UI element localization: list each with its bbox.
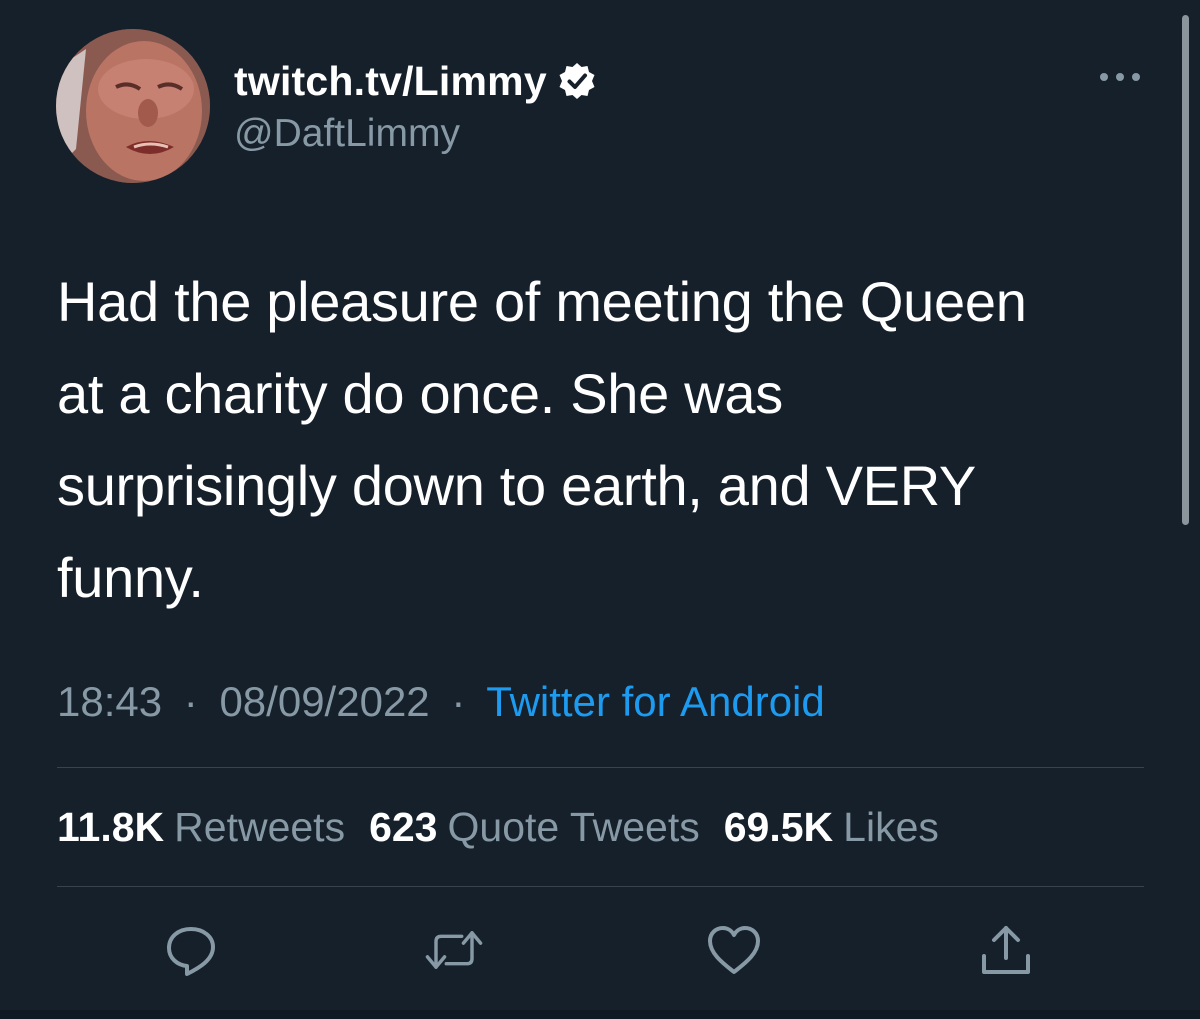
author-name-row[interactable]: twitch.tv/Limmy — [234, 55, 597, 107]
retweets-label: Retweets — [174, 804, 346, 850]
retweets-stat[interactable]: 11.8K Retweets — [57, 804, 345, 851]
bottom-edge — [0, 1010, 1200, 1019]
retweets-count: 11.8K — [57, 804, 165, 850]
quote-tweets-count: 623 — [369, 804, 438, 850]
quote-tweets-label: Quote Tweets — [447, 804, 700, 850]
tweet-meta: 18:43 · 08/09/2022 · Twitter for Android — [57, 678, 825, 726]
display-name[interactable]: twitch.tv/Limmy — [234, 58, 547, 105]
retweet-icon — [425, 931, 483, 969]
scrollbar[interactable] — [1182, 15, 1189, 525]
share-icon — [982, 926, 1030, 974]
reply-icon — [167, 927, 215, 976]
tweet-date[interactable]: 08/09/2022 — [219, 678, 429, 725]
avatar-image — [56, 29, 210, 183]
quote-tweets-stat[interactable]: 623 Quote Tweets — [369, 804, 700, 851]
avatar[interactable] — [56, 29, 210, 183]
heart-icon — [708, 926, 760, 974]
more-options-button[interactable] — [1094, 62, 1146, 92]
meta-separator: · — [451, 678, 466, 725]
reply-button[interactable] — [161, 920, 221, 980]
likes-stat[interactable]: 69.5K Likes — [724, 804, 939, 851]
more-icon — [1100, 73, 1140, 81]
tweet: twitch.tv/Limmy @DaftLimmy Had the pleas… — [0, 0, 1200, 1019]
meta-separator: · — [183, 678, 198, 725]
verified-badge-icon — [557, 61, 597, 101]
divider — [57, 767, 1144, 768]
tweet-stats: 11.8K Retweets 623 Quote Tweets 69.5K Likes — [57, 804, 963, 851]
author-handle[interactable]: @DaftLimmy — [234, 112, 460, 156]
tweet-text: Had the pleasure of meeting the Queen at… — [57, 270, 1027, 609]
retweet-button[interactable] — [424, 920, 484, 980]
likes-label: Likes — [843, 804, 939, 850]
divider — [57, 886, 1144, 887]
like-button[interactable] — [704, 920, 764, 980]
tweet-source-link[interactable]: Twitter for Android — [486, 678, 824, 725]
likes-count: 69.5K — [723, 804, 834, 850]
tweet-time[interactable]: 18:43 — [57, 678, 162, 725]
share-button[interactable] — [976, 920, 1036, 980]
